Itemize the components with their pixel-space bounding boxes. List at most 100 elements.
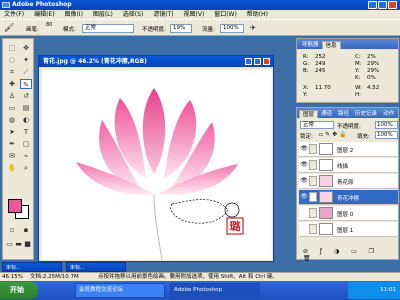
- menu-window[interactable]: 窗口(W): [210, 10, 241, 19]
- start-button[interactable]: 开始: [0, 282, 38, 299]
- layer-thumbnail: [319, 191, 333, 203]
- quickmask-mode-icon[interactable]: ▪: [20, 225, 32, 235]
- layer-link-cell[interactable]: [309, 224, 317, 234]
- blend-mode-select[interactable]: 正常: [300, 121, 334, 129]
- blur-tool-icon[interactable]: ◍: [6, 115, 18, 125]
- layer-row[interactable]: 👁 线描: [299, 158, 398, 173]
- path-selection-icon[interactable]: ➤: [6, 127, 18, 137]
- minimize-button[interactable]: [368, 1, 377, 9]
- menu-edit[interactable]: 编辑(E): [30, 10, 58, 19]
- document-titlebar: 青花.jpg @ 46.2% (青花冲擦,RGB): [39, 56, 273, 67]
- fill-input[interactable]: 100%: [375, 131, 398, 139]
- crop-tool-icon[interactable]: ⌗: [6, 67, 18, 77]
- tab-channels[interactable]: 通道: [318, 110, 335, 118]
- info-r-label: R:: [303, 54, 309, 60]
- type-tool-icon[interactable]: T: [20, 127, 32, 137]
- notes-tool-icon[interactable]: ✉: [6, 151, 18, 161]
- screen-mode-2-icon[interactable]: ▬: [14, 239, 23, 249]
- minimized-doc-1[interactable]: 未标...: [2, 262, 62, 272]
- standard-mode-icon[interactable]: ▫: [6, 225, 18, 235]
- flow-label: 流量:: [202, 27, 215, 33]
- screen-mode-3-icon[interactable]: ■: [23, 239, 32, 249]
- brush-size-value[interactable]: 80: [46, 22, 52, 28]
- lasso-tool-icon[interactable]: ◌: [6, 55, 18, 65]
- brush-tool-icon[interactable]: ✎: [20, 79, 32, 89]
- canvas[interactable]: 璐: [42, 70, 272, 261]
- history-brush-icon[interactable]: ↺: [20, 91, 32, 101]
- eye-icon[interactable]: 👁: [300, 177, 308, 185]
- taskbar-item-forum[interactable]: 会员教程交流论坛: [75, 283, 165, 298]
- brush-tool-icon[interactable]: 🖌: [4, 23, 14, 32]
- flow-input[interactable]: 100%: [220, 24, 244, 33]
- eye-icon[interactable]: [300, 225, 308, 233]
- minimized-doc-2[interactable]: 未标...: [66, 262, 126, 272]
- tab-actions[interactable]: 动作: [380, 110, 397, 118]
- layer-thumbnail: [319, 159, 333, 171]
- clone-stamp-icon[interactable]: ♙: [6, 91, 18, 101]
- eye-icon[interactable]: [300, 209, 308, 217]
- layer-row[interactable]: 图层 1: [299, 222, 398, 237]
- menu-help[interactable]: 帮助(H): [243, 10, 272, 19]
- layer-brush-icon[interactable]: [309, 192, 317, 202]
- layer-row-selected[interactable]: 👁 青花冲擦: [299, 190, 398, 205]
- layer-row[interactable]: 图层 0: [299, 206, 398, 221]
- eye-icon[interactable]: 👁: [300, 145, 308, 153]
- healing-brush-icon[interactable]: ✚: [6, 79, 18, 89]
- info-x-value: 11.70: [315, 85, 331, 91]
- airbrush-icon[interactable]: ✈: [250, 24, 256, 32]
- eyedropper-icon[interactable]: ⌁: [20, 151, 32, 161]
- eye-icon[interactable]: 👁: [300, 193, 308, 201]
- lock-icons[interactable]: ▫✎✥🔒: [319, 131, 349, 138]
- menu-layer[interactable]: 图层(L): [89, 10, 117, 19]
- zoom-tool-icon[interactable]: ⌕: [20, 163, 32, 173]
- layer-row[interactable]: 👁 青花原: [299, 174, 398, 189]
- lasso-selection: [170, 199, 229, 224]
- eye-icon[interactable]: 👁: [300, 161, 308, 169]
- layer-row[interactable]: 👁 图层 2: [299, 142, 398, 157]
- tab-layers[interactable]: 图层: [299, 110, 319, 118]
- doc-close-button[interactable]: [263, 58, 270, 65]
- doc-maximize-button[interactable]: [254, 58, 261, 65]
- tab-history[interactable]: 历史记录: [352, 110, 380, 118]
- menu-select[interactable]: 选择(S): [119, 10, 148, 19]
- hand-tool-icon[interactable]: ✋: [6, 163, 18, 173]
- app-titlebar: Adobe Photoshop: [0, 0, 400, 10]
- menu-view[interactable]: 视图(V): [180, 10, 209, 19]
- close-button[interactable]: [388, 1, 397, 9]
- taskbar-item-photoshop[interactable]: Adobe Photoshop: [170, 283, 260, 298]
- menu-filter[interactable]: 滤镜(T): [149, 10, 177, 19]
- layer-link-cell[interactable]: [309, 176, 317, 186]
- gradient-tool-icon[interactable]: ▤: [20, 103, 32, 113]
- pen-tool-icon[interactable]: ✒: [6, 139, 18, 149]
- layer-link-cell[interactable]: [309, 208, 317, 218]
- shape-tool-icon[interactable]: ▢: [20, 139, 32, 149]
- eraser-tool-icon[interactable]: ▭: [6, 103, 18, 113]
- dodge-tool-icon[interactable]: ◐: [20, 115, 32, 125]
- info-y-label: Y:: [355, 68, 360, 74]
- foreground-color-swatch[interactable]: [8, 199, 22, 213]
- maximize-button[interactable]: [378, 1, 387, 9]
- tab-navigator[interactable]: 导航器: [299, 41, 322, 49]
- slice-tool-icon[interactable]: ⟋: [20, 67, 32, 77]
- marquee-tool-icon[interactable]: ⬚: [6, 43, 18, 53]
- layer-opacity-input[interactable]: 100%: [375, 121, 398, 129]
- move-tool-icon[interactable]: ✥: [20, 43, 32, 53]
- screen-mode-1-icon[interactable]: ▭: [5, 239, 14, 249]
- layer-link-cell[interactable]: [309, 160, 317, 170]
- info-w-label: W:: [355, 85, 362, 91]
- tab-paths[interactable]: 路径: [335, 110, 352, 118]
- opacity-input[interactable]: 19%: [170, 24, 192, 33]
- layer-thumbnail: [319, 175, 333, 187]
- info-g-value: 249: [315, 61, 326, 67]
- layers-panel: 图层 通道 路径 历史记录 动作 正常 不透明度: 100% 锁定: ▫✎✥🔒 …: [296, 107, 399, 262]
- layer-name: 图层 1: [337, 228, 354, 234]
- doc-minimize-button[interactable]: [245, 58, 252, 65]
- menu-image[interactable]: 图像(I): [60, 10, 86, 19]
- layer-actions-bar[interactable]: ⊘ ƒ ◑ ▭ ❐ 🗑: [299, 248, 398, 262]
- menu-file[interactable]: 文件(F): [0, 10, 28, 19]
- mode-select[interactable]: 正常: [82, 24, 134, 33]
- magic-wand-icon[interactable]: ✦: [20, 55, 32, 65]
- info-k-value: 0%: [367, 75, 376, 81]
- layer-link-cell[interactable]: [309, 144, 317, 154]
- tab-info[interactable]: 信息: [321, 41, 341, 49]
